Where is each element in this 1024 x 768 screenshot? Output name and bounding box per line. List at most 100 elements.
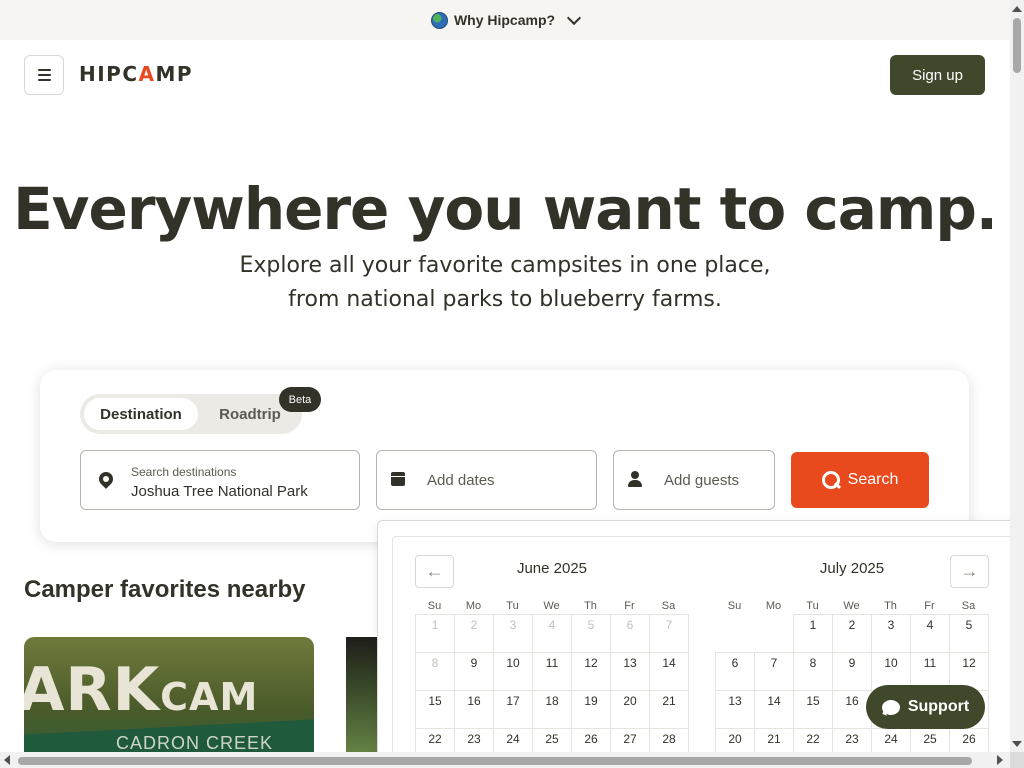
weekday-label: Sa — [961, 600, 976, 612]
calendar-day[interactable]: 2 — [832, 614, 872, 653]
calendar-day[interactable]: 5 — [949, 614, 989, 653]
calendar-day: 8 — [415, 652, 455, 691]
weekday-header: Su Mo Tu We Th Fr Sa — [715, 600, 989, 614]
search-button[interactable]: Search — [791, 452, 929, 508]
calendar-day[interactable]: 17 — [493, 690, 533, 729]
calendar-day[interactable]: 16 — [454, 690, 494, 729]
guests-field[interactable]: Add guests — [613, 450, 775, 510]
calendar-day[interactable]: 15 — [415, 690, 455, 729]
hipcamp-logo[interactable]: HIPCAMP — [79, 62, 193, 86]
calendar-day[interactable]: 21 — [649, 690, 689, 729]
calendar-day[interactable]: 1 — [793, 614, 833, 653]
calendar-day[interactable]: 27 — [610, 728, 650, 752]
weekday-label: Tu — [506, 600, 519, 612]
scroll-down-arrow-icon[interactable] — [1012, 741, 1022, 747]
hamburger-icon — [37, 69, 51, 71]
calendar-day[interactable]: 9 — [454, 652, 494, 691]
tab-destination[interactable]: Destination — [84, 398, 198, 430]
destination-input[interactable]: Joshua Tree National Park — [131, 483, 308, 500]
why-hipcamp-label: Why Hipcamp? — [453, 12, 556, 28]
calendar-day[interactable]: 3 — [871, 614, 911, 653]
calendar-day: 1 — [415, 614, 455, 653]
previous-month-button[interactable]: ← — [415, 555, 454, 588]
hero-subtitle: Explore all your favorite campsites in o… — [239, 253, 771, 312]
calendar-day[interactable]: 26 — [571, 728, 611, 752]
calendar-day[interactable]: 9 — [832, 652, 872, 691]
scroll-right-arrow-icon[interactable] — [997, 755, 1003, 765]
scroll-up-arrow-icon[interactable] — [1012, 6, 1022, 12]
calendar-day[interactable]: 4 — [910, 614, 950, 653]
calendar-day[interactable]: 18 — [532, 690, 572, 729]
chevron-down-icon — [566, 10, 582, 26]
calendar-day[interactable]: 10 — [493, 652, 533, 691]
hero-title: Everywhere you want to camp. — [13, 175, 998, 243]
beta-badge: Beta — [279, 387, 321, 412]
calendar-day[interactable]: 8 — [793, 652, 833, 691]
weekday-label: Th — [584, 600, 597, 612]
calendar-day[interactable]: 21 — [754, 728, 794, 752]
destination-field[interactable]: Search destinations Joshua Tree National… — [80, 450, 360, 510]
calendar-day[interactable]: 25 — [910, 728, 950, 752]
month-grid-july: SuMoTuWeThFrSa12345678910111213141516171… — [715, 600, 989, 752]
calendar-day[interactable]: 24 — [871, 728, 911, 752]
month-grid-june: Su Mo Tu We Th Fr Sa 1 2 3 4 5 6 7 8 9 10 11 12 13 14 15 16 17 1… — [415, 600, 689, 752]
weekday-label: We — [843, 600, 860, 612]
calendar-day[interactable]: 20 — [715, 728, 755, 752]
horizontal-scroll-thumb[interactable] — [18, 757, 972, 765]
calendar-day[interactable]: 12 — [571, 652, 611, 691]
calendar-day[interactable]: 24 — [493, 728, 533, 752]
menu-button[interactable] — [24, 55, 64, 95]
person-icon — [628, 471, 642, 487]
calendar-day[interactable]: 7 — [754, 652, 794, 691]
calendar-day: 3 — [493, 614, 533, 653]
weekday-label: Su — [727, 600, 742, 612]
calendar-day[interactable]: 23 — [832, 728, 872, 752]
dates-placeholder: Add dates — [427, 472, 495, 489]
weekday-label: Mo — [465, 600, 482, 612]
calendar-day[interactable]: 6 — [715, 652, 755, 691]
calendar-day[interactable]: 28 — [649, 728, 689, 752]
page: Why Hipcamp? HIPCAMP Sign up Everywhere … — [0, 0, 1010, 752]
guests-placeholder: Add guests — [664, 472, 740, 489]
favorites-title: Camper favorites nearby — [24, 576, 306, 603]
calendar-day[interactable]: 14 — [754, 690, 794, 729]
calendar-day[interactable]: 15 — [793, 690, 833, 729]
month-title-june: June 2025 — [516, 560, 588, 577]
calendar-day[interactable]: 23 — [454, 728, 494, 752]
weekday-header: Su Mo Tu We Th Fr Sa — [415, 600, 689, 614]
weekday-label: Tu — [806, 600, 819, 612]
weekday-label: Fr — [624, 600, 635, 612]
weekday-label: Fr — [924, 600, 935, 612]
calendar-day[interactable]: 22 — [415, 728, 455, 752]
weekday-label: Su — [427, 600, 442, 612]
calendar-day[interactable]: 26 — [949, 728, 989, 752]
globe-icon — [430, 11, 448, 29]
calendar-day[interactable]: 19 — [571, 690, 611, 729]
calendar-day[interactable]: 13 — [715, 690, 755, 729]
weekday-label: We — [543, 600, 560, 612]
calendar-day: 5 — [571, 614, 611, 653]
calendar-day[interactable]: 20 — [610, 690, 650, 729]
support-button[interactable]: Support — [866, 685, 985, 729]
destination-label: Search destinations — [131, 465, 237, 479]
scroll-left-arrow-icon[interactable] — [4, 755, 10, 765]
calendar-icon — [391, 472, 405, 486]
calendar-day[interactable]: 22 — [793, 728, 833, 752]
calendar-day[interactable]: 11 — [532, 652, 572, 691]
calendar-day[interactable]: 13 — [610, 652, 650, 691]
calendar-day[interactable]: 25 — [532, 728, 572, 752]
calendar-day: 7 — [649, 614, 689, 653]
campsite-card-image[interactable]: ARKCAM CADRON CREEK — [24, 637, 314, 752]
vertical-scrollbar[interactable] — [1010, 0, 1024, 752]
why-hipcamp-banner[interactable]: Why Hipcamp? — [0, 0, 1010, 40]
next-month-button[interactable]: → — [950, 555, 989, 588]
tab-roadtrip[interactable]: Roadtrip — [210, 398, 290, 430]
sign-up-button[interactable]: Sign up — [890, 55, 985, 95]
search-icon — [821, 471, 840, 489]
vertical-scroll-thumb[interactable] — [1013, 18, 1021, 73]
calendar-day[interactable]: 14 — [649, 652, 689, 691]
calendar-day: 4 — [532, 614, 572, 653]
dates-field[interactable]: Add dates — [376, 450, 597, 510]
location-pin-icon — [96, 469, 116, 489]
month-title-july: July 2025 — [819, 560, 885, 577]
